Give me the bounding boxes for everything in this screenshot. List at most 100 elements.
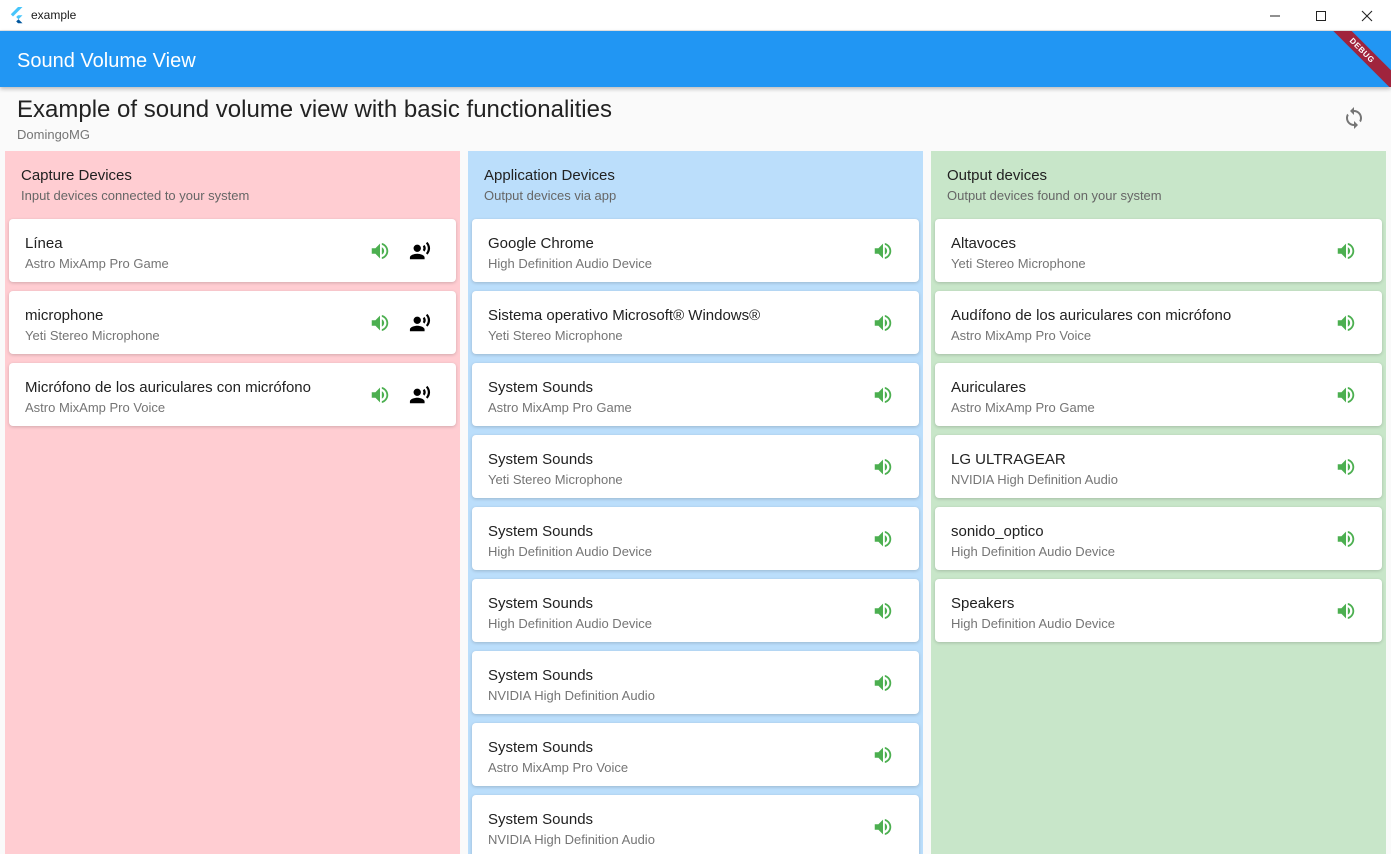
refresh-icon[interactable]	[1342, 106, 1366, 130]
device-source: Astro MixAmp Pro Game	[951, 400, 1095, 415]
device-card[interactable]: System Sounds NVIDIA High Definition Audi…	[472, 651, 919, 714]
device-source: Yeti Stereo Microphone	[488, 328, 623, 343]
volume-up-icon[interactable]	[1335, 600, 1357, 622]
volume-up-icon[interactable]	[872, 240, 894, 262]
volume-up-icon[interactable]	[369, 384, 391, 406]
device-name: System Sounds	[488, 595, 594, 612]
device-name: Micrófono de los auriculares con micrófo…	[25, 379, 311, 396]
device-card[interactable]: LG ULTRAGEAR NVIDIA High Definition Audio	[935, 435, 1382, 498]
device-source: Astro MixAmp Pro Voice	[488, 760, 629, 775]
device-source: Astro MixAmp Pro Voice	[25, 400, 166, 415]
device-source: Astro MixAmp Pro Game	[488, 400, 632, 415]
device-name: System Sounds	[488, 379, 594, 396]
record-voice-icon[interactable]	[408, 384, 432, 406]
close-button[interactable]	[1344, 0, 1390, 31]
device-card[interactable]: Línea Astro MixAmp Pro Game	[9, 219, 456, 282]
volume-up-icon[interactable]	[1335, 384, 1357, 406]
device-card[interactable]: System Sounds Yeti Stereo Microphone	[472, 435, 919, 498]
window-title: example	[31, 8, 77, 22]
volume-up-icon[interactable]	[1335, 312, 1357, 334]
device-source: High Definition Audio Device	[488, 256, 653, 271]
device-source: High Definition Audio Device	[488, 544, 653, 559]
device-card[interactable]: sonido_optico High Definition Audio Devic…	[935, 507, 1382, 570]
device-card[interactable]: Audífono de los auriculares con micrófon…	[935, 291, 1382, 354]
output-devices-panel: Output devices Output devices found on y…	[931, 151, 1386, 854]
window-titlebar: example	[0, 0, 1391, 31]
app-bar-title: Sound Volume View	[17, 50, 196, 72]
volume-up-icon[interactable]	[872, 528, 894, 550]
output-devices-subtitle: Output devices found on your system	[947, 188, 1162, 203]
device-source: NVIDIA High Definition Audio	[488, 688, 655, 703]
device-card[interactable]: System Sounds NVIDIA High Definition Audi…	[472, 795, 919, 854]
volume-up-icon[interactable]	[1335, 528, 1357, 550]
application-devices-subtitle: Output devices via app	[484, 188, 617, 203]
volume-up-icon[interactable]	[872, 456, 894, 478]
device-source: Astro MixAmp Pro Voice	[951, 328, 1092, 343]
capture-devices-title: Capture Devices	[21, 167, 132, 184]
application-devices-title: Application Devices	[484, 167, 615, 184]
device-card[interactable]: System Sounds High Definition Audio Devic…	[472, 579, 919, 642]
capture-devices-panel: Capture Devices Input devices connected …	[5, 151, 460, 854]
device-name: LG ULTRAGEAR	[951, 451, 1066, 468]
device-name: Línea	[25, 235, 63, 252]
volume-up-icon[interactable]	[369, 312, 391, 334]
device-name: Altavoces	[951, 235, 1017, 252]
device-card[interactable]: System Sounds Astro MixAmp Pro Game	[472, 363, 919, 426]
device-source: NVIDIA High Definition Audio	[488, 832, 655, 847]
device-name: System Sounds	[488, 739, 594, 756]
device-source: NVIDIA High Definition Audio	[951, 472, 1118, 487]
device-name: Audífono de los auriculares con micrófon…	[951, 307, 1232, 324]
volume-up-icon[interactable]	[1335, 240, 1357, 262]
device-card[interactable]: microphone Yeti Stereo Microphone	[9, 291, 456, 354]
device-card[interactable]: Altavoces Yeti Stereo Microphone	[935, 219, 1382, 282]
device-name: System Sounds	[488, 451, 594, 468]
volume-up-icon[interactable]	[369, 240, 391, 262]
page-title: Example of sound volume view with basic …	[17, 96, 612, 123]
device-name: Google Chrome	[488, 235, 594, 252]
volume-up-icon[interactable]	[872, 600, 894, 622]
close-icon	[1361, 10, 1373, 22]
volume-up-icon[interactable]	[872, 816, 894, 838]
minimize-icon	[1270, 15, 1280, 17]
device-name: microphone	[25, 307, 104, 324]
device-card[interactable]: System Sounds Astro MixAmp Pro Voice	[472, 723, 919, 786]
volume-up-icon[interactable]	[872, 672, 894, 694]
device-source: High Definition Audio Device	[951, 544, 1116, 559]
application-device-list: Google Chrome High Definition Audio Devic…	[472, 219, 919, 854]
output-device-list: Altavoces Yeti Stereo Microphone Audífono …	[935, 219, 1382, 651]
capture-devices-subtitle: Input devices connected to your system	[21, 188, 250, 203]
record-voice-icon[interactable]	[408, 312, 432, 334]
minimize-button[interactable]	[1252, 0, 1298, 31]
maximize-icon	[1316, 11, 1326, 21]
page-subtitle: DomingoMG	[17, 127, 90, 142]
device-source: High Definition Audio Device	[488, 616, 653, 631]
volume-up-icon[interactable]	[872, 384, 894, 406]
record-voice-icon[interactable]	[408, 240, 432, 262]
maximize-button[interactable]	[1298, 0, 1344, 31]
output-devices-title: Output devices	[947, 167, 1048, 184]
device-name: Auriculares	[951, 379, 1027, 396]
device-name: System Sounds	[488, 667, 594, 684]
flutter-logo-icon	[10, 7, 23, 24]
volume-up-icon[interactable]	[872, 312, 894, 334]
device-name: sonido_optico	[951, 523, 1044, 540]
device-source: Astro MixAmp Pro Game	[25, 256, 169, 271]
device-source: Yeti Stereo Microphone	[25, 328, 160, 343]
device-name: Sistema operativo Microsoft® Windows®	[488, 307, 761, 324]
device-card[interactable]: Auriculares Astro MixAmp Pro Game	[935, 363, 1382, 426]
application-devices-panel: Application Devices Output devices via a…	[468, 151, 923, 854]
volume-up-icon[interactable]	[1335, 456, 1357, 478]
app-bar: Sound Volume View DEBUG	[0, 31, 1391, 87]
device-card[interactable]: Micrófono de los auriculares con micrófo…	[9, 363, 456, 426]
device-name: System Sounds	[488, 811, 594, 828]
device-card[interactable]: System Sounds High Definition Audio Devic…	[472, 507, 919, 570]
capture-device-list: Línea Astro MixAmp Pro Game microphone Yeti…	[9, 219, 456, 435]
device-card[interactable]: Google Chrome High Definition Audio Devic…	[472, 219, 919, 282]
device-source: Yeti Stereo Microphone	[488, 472, 623, 487]
device-card[interactable]: Sistema operativo Microsoft® Windows® Yet…	[472, 291, 919, 354]
device-card[interactable]: Speakers High Definition Audio Device	[935, 579, 1382, 642]
device-source: High Definition Audio Device	[951, 616, 1116, 631]
device-name: Speakers	[951, 595, 1015, 612]
volume-up-icon[interactable]	[872, 744, 894, 766]
device-source: Yeti Stereo Microphone	[951, 256, 1086, 271]
